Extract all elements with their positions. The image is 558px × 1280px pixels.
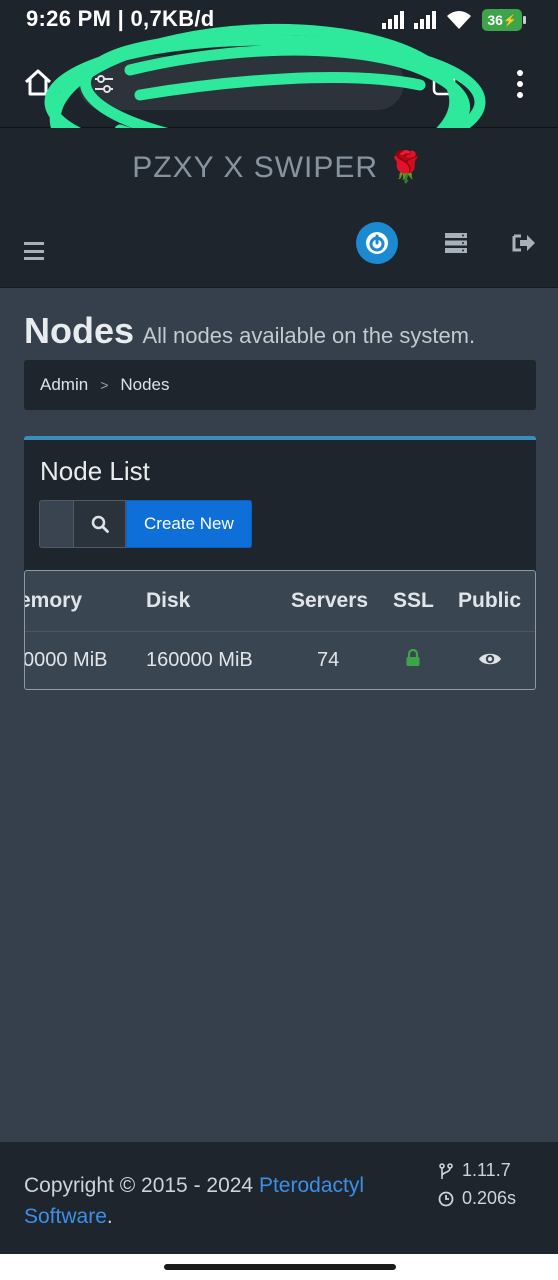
signal-icon-2	[414, 11, 436, 29]
column-header-ssl: SSL	[393, 589, 434, 612]
site-brand[interactable]: PZXY X SWIPER 🌹	[0, 150, 558, 185]
breadcrumb-nodes: Nodes	[120, 375, 170, 394]
content-header: Nodes All nodes available on the system.	[24, 310, 475, 352]
clock-icon	[438, 1191, 454, 1207]
node-list-box: Node List Create New emory Disk Servers …	[24, 436, 536, 690]
site-header: PZXY X SWIPER 🌹	[0, 128, 558, 216]
battery-indicator: 36 ⚡	[482, 9, 526, 31]
column-header-memory: emory	[24, 589, 83, 612]
eye-icon	[479, 653, 501, 665]
time-text: 0.206s	[462, 1188, 517, 1208]
breadcrumb-admin[interactable]: Admin	[40, 375, 88, 395]
footer-version: 1.11.7	[438, 1160, 511, 1181]
page-subtitle: All nodes available on the system.	[142, 323, 476, 348]
home-icon[interactable]	[22, 66, 54, 98]
more-vert-icon[interactable]	[506, 68, 534, 100]
footer-copyright: Copyright © 2015 - 2024 Pterodactyl Soft…	[24, 1170, 414, 1232]
power-button[interactable]	[356, 222, 398, 264]
node-list-title: Node List	[40, 456, 150, 486]
version-text: 1.11.7	[462, 1160, 511, 1180]
power-icon	[366, 232, 388, 254]
cell-disk: 160000 MiB	[146, 649, 253, 671]
table-divider	[25, 631, 535, 632]
cell-servers: 74	[317, 649, 340, 671]
column-header-disk: Disk	[146, 589, 191, 612]
column-header-servers: Servers	[291, 589, 369, 612]
search-icon	[91, 515, 109, 533]
tabs-icon[interactable]	[430, 70, 458, 98]
create-new-button[interactable]: Create New	[126, 500, 252, 548]
column-header-public: Public	[458, 589, 522, 612]
status-bar: 9:26 PM | 0,7KB/d 36 ⚡	[0, 0, 558, 40]
wifi-icon	[447, 11, 471, 29]
hamburger-icon[interactable]	[24, 242, 44, 260]
lock-icon	[406, 649, 420, 666]
home-gesture-pill[interactable]	[164, 1264, 396, 1270]
copyright-period: .	[106, 1205, 113, 1228]
search-input[interactable]	[39, 500, 74, 548]
cell-memory: 0000 MiB	[24, 649, 108, 671]
copyright-text: Copyright © 2015 - 2024	[24, 1174, 254, 1197]
signal-icon	[382, 11, 404, 29]
search-group: Create New	[39, 500, 252, 548]
tune-icon[interactable]	[92, 72, 116, 96]
address-bar[interactable]	[78, 56, 404, 110]
search-button[interactable]	[74, 500, 126, 548]
status-time: 9:26 PM | 0,7KB/d	[26, 6, 215, 31]
gesture-bar	[0, 1254, 558, 1280]
breadcrumb-separator: >	[100, 377, 109, 393]
footer: Copyright © 2015 - 2024 Pterodactyl Soft…	[0, 1142, 558, 1254]
battery-level: 36	[487, 12, 503, 28]
servers-icon[interactable]	[444, 232, 468, 254]
admin-navbar	[0, 216, 558, 288]
page-title: Nodes	[24, 310, 135, 351]
footer-time: 0.206s	[438, 1188, 516, 1209]
nodes-table[interactable]: emory Disk Servers SSL Public 0000 MiB 1…	[24, 570, 536, 690]
status-icons: 36 ⚡	[382, 9, 526, 31]
logout-icon[interactable]	[512, 232, 536, 254]
browser-toolbar	[0, 40, 558, 128]
branch-icon	[439, 1163, 453, 1180]
breadcrumb: Admin > Nodes	[24, 360, 536, 410]
